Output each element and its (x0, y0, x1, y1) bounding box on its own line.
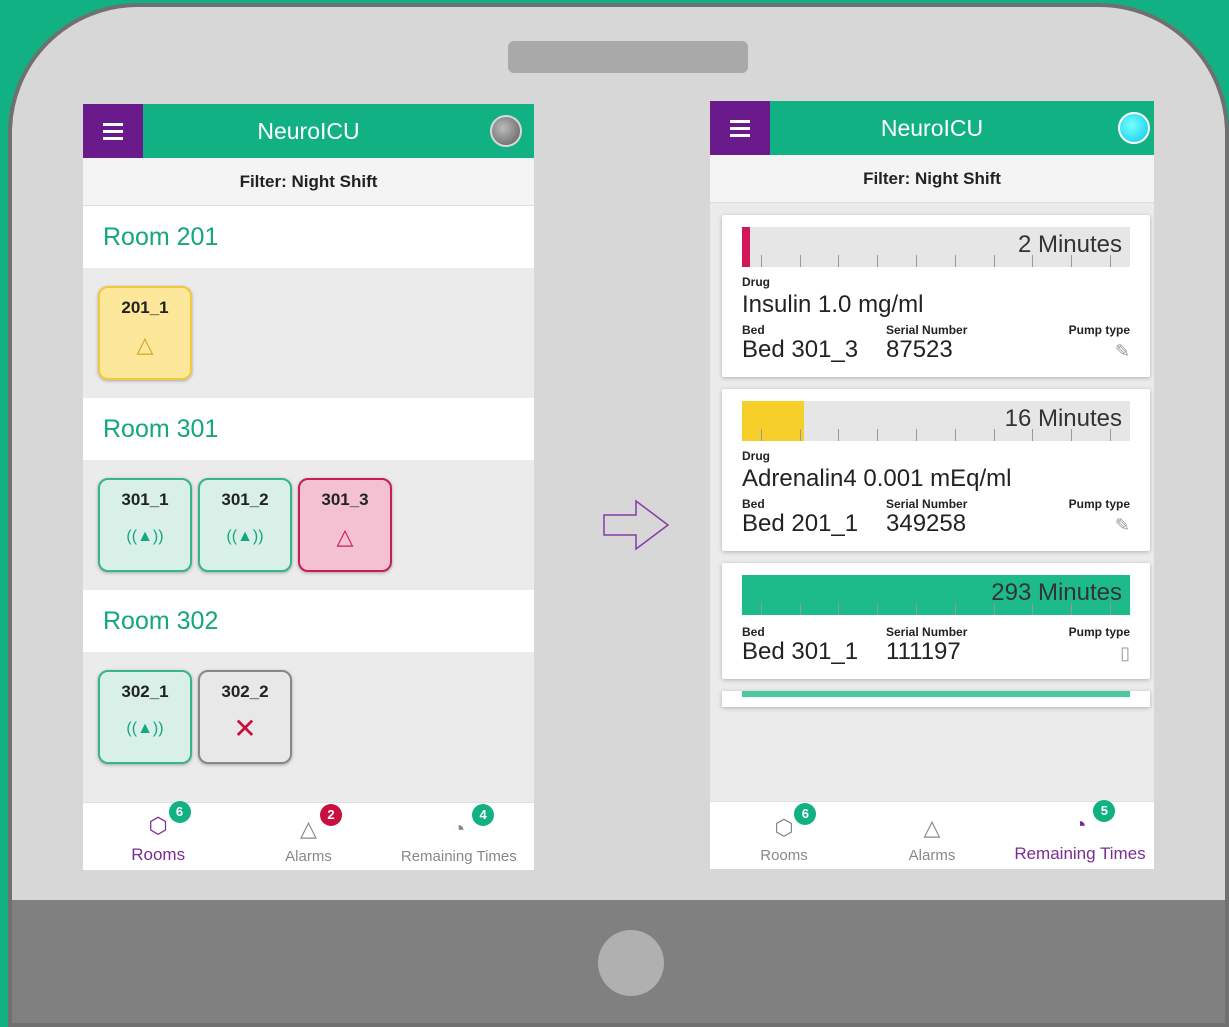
bed-tile[interactable]: 201_1 △ (98, 286, 192, 380)
rooms-count-badge: 6 (794, 803, 817, 825)
tab-label: Remaining Times (400, 848, 517, 865)
transition-arrow-icon (603, 499, 670, 551)
bottom-navigation: ⬡ 6 Rooms △ Alarms ◔ 5 Remaining Times (710, 800, 1154, 869)
remaining-count-badge: 5 (1093, 800, 1116, 822)
remaining-time-label: 293 Minutes (991, 579, 1122, 606)
tab-rooms[interactable]: ⬡ 6 Rooms (83, 801, 233, 870)
connection-status-icon[interactable] (1118, 112, 1150, 144)
signal-icon: ((▲)) (126, 528, 164, 545)
warning-triangle-icon: △ (136, 332, 154, 357)
triangle-icon: △ (923, 815, 941, 840)
connection-status-icon[interactable] (490, 115, 522, 147)
bed-row: 302_1 ((▲)) 302_2 ✕ (83, 652, 534, 782)
filter-label[interactable]: Filter: Night Shift (83, 158, 534, 206)
infusion-card[interactable]: 2 Minutes Drug Insulin 1.0 mg/ml Bed Bed … (722, 215, 1150, 377)
bed-tile[interactable]: 301_2 ((▲)) (198, 478, 292, 572)
room-header: Room 302 (83, 590, 534, 652)
cube-icon: ⬡ 6 (774, 803, 817, 841)
app-title: NeuroICU (257, 117, 360, 144)
rooms-count-badge: 6 (168, 801, 191, 823)
tab-label: Alarms (285, 848, 332, 865)
serial-label: Serial Number (886, 497, 968, 511)
bed-label: 302_1 (121, 682, 169, 701)
home-button[interactable] (598, 930, 664, 996)
close-icon: ✕ (233, 713, 257, 744)
bottom-navigation: ⬡ 6 Rooms △ 2 Alarms ◔ 4 Remaining Times (83, 801, 534, 870)
filter-label[interactable]: Filter: Night Shift (710, 155, 1154, 203)
bed-value: Bed 201_1 (742, 510, 859, 537)
tab-alarms[interactable]: △ Alarms (858, 802, 1006, 869)
bed-label: 301_2 (221, 490, 269, 509)
serial-label: Serial Number (886, 323, 968, 337)
alarm-triangle-icon: △ (336, 524, 354, 549)
rooms-screen: NeuroICU Filter: Night Shift Room 201 20… (83, 104, 534, 870)
tab-label: Alarms (908, 847, 956, 864)
phone-frame: NeuroICU Filter: Night Shift Room 201 20… (8, 3, 1229, 1027)
tab-label: Rooms (131, 845, 186, 864)
tab-label: Remaining Times (1014, 844, 1146, 863)
room-header: Room 201 (83, 206, 534, 268)
infusion-card-partial[interactable] (722, 691, 1150, 707)
room-header: Room 301 (83, 398, 534, 460)
bed-value: Bed 301_3 (742, 336, 859, 363)
bed-label: 201_1 (121, 298, 169, 317)
timer-icon: ◔ 4 (452, 804, 495, 842)
bed-label: Bed (742, 323, 765, 337)
syringe-icon: ✎ (1114, 341, 1130, 361)
bed-label: 301_1 (121, 490, 169, 509)
speaker-grille (508, 41, 748, 73)
drug-value: Adrenalin4 0.001 mEq/ml (742, 465, 1012, 492)
hamburger-icon[interactable] (83, 104, 143, 158)
serial-label: Serial Number (886, 625, 968, 639)
alarms-count-badge: 2 (320, 804, 343, 826)
bed-label: Bed (742, 497, 765, 511)
infusion-card[interactable]: 293 Minutes Bed Bed 301_1 Serial Number 11… (722, 563, 1150, 679)
drug-label: Drug (742, 275, 770, 289)
infusion-pump-icon: ▯ (1120, 643, 1130, 663)
bed-value: Bed 301_1 (742, 638, 859, 665)
remaining-time-bar: 2 Minutes (742, 227, 1130, 267)
app-header: NeuroICU (710, 101, 1154, 155)
bed-tile[interactable]: 301_1 ((▲)) (98, 478, 192, 572)
timer-icon: ◔ 5 (1073, 800, 1116, 838)
tab-alarms[interactable]: △ 2 Alarms (233, 803, 383, 870)
infusion-list: 2 Minutes Drug Insulin 1.0 mg/ml Bed Bed … (710, 203, 1154, 707)
bed-row: 201_1 △ (83, 268, 534, 398)
pump-type-label: Pump type (1068, 497, 1130, 511)
pump-type-label: Pump type (1068, 625, 1130, 639)
bed-label: Bed (742, 625, 765, 639)
bed-label: 301_3 (321, 490, 369, 509)
tab-remaining-times[interactable]: ◔ 5 Remaining Times (1006, 800, 1154, 869)
serial-value: 111197 (886, 638, 961, 665)
signal-icon: ((▲)) (126, 720, 164, 737)
triangle-icon: △ 2 (300, 804, 343, 842)
signal-icon: ((▲)) (226, 528, 264, 545)
remaining-time-bar: 293 Minutes (742, 575, 1130, 615)
bed-row: 301_1 ((▲)) 301_2 ((▲)) 301_3 △ (83, 460, 534, 590)
tab-remaining-times[interactable]: ◔ 4 Remaining Times (384, 803, 534, 870)
remaining-count-badge: 4 (472, 804, 495, 826)
remaining-times-screen: NeuroICU Filter: Night Shift 2 Minutes D… (710, 101, 1154, 869)
infusion-card[interactable]: 16 Minutes Drug Adrenalin4 0.001 mEq/ml … (722, 389, 1150, 551)
bed-tile[interactable]: 302_1 ((▲)) (98, 670, 192, 764)
syringe-icon: ✎ (1114, 515, 1130, 535)
bed-label: 302_2 (221, 682, 269, 701)
tab-label: Rooms (760, 847, 808, 864)
bed-tile[interactable]: 302_2 ✕ (198, 670, 292, 764)
remaining-time-label: 16 Minutes (1004, 405, 1122, 432)
tab-rooms[interactable]: ⬡ 6 Rooms (710, 802, 858, 869)
cube-icon: ⬡ 6 (149, 801, 191, 839)
app-header: NeuroICU (83, 104, 534, 158)
drug-label: Drug (742, 449, 770, 463)
remaining-time-label: 2 Minutes (1017, 231, 1122, 258)
serial-value: 349258 (886, 510, 967, 537)
hamburger-icon[interactable] (710, 101, 770, 155)
serial-value: 87523 (886, 336, 953, 363)
app-title: NeuroICU (880, 114, 984, 141)
remaining-time-bar: 16 Minutes (742, 401, 1130, 441)
drug-value: Insulin 1.0 mg/ml (742, 291, 924, 318)
pump-type-label: Pump type (1068, 323, 1130, 337)
bed-tile[interactable]: 301_3 △ (298, 478, 392, 572)
